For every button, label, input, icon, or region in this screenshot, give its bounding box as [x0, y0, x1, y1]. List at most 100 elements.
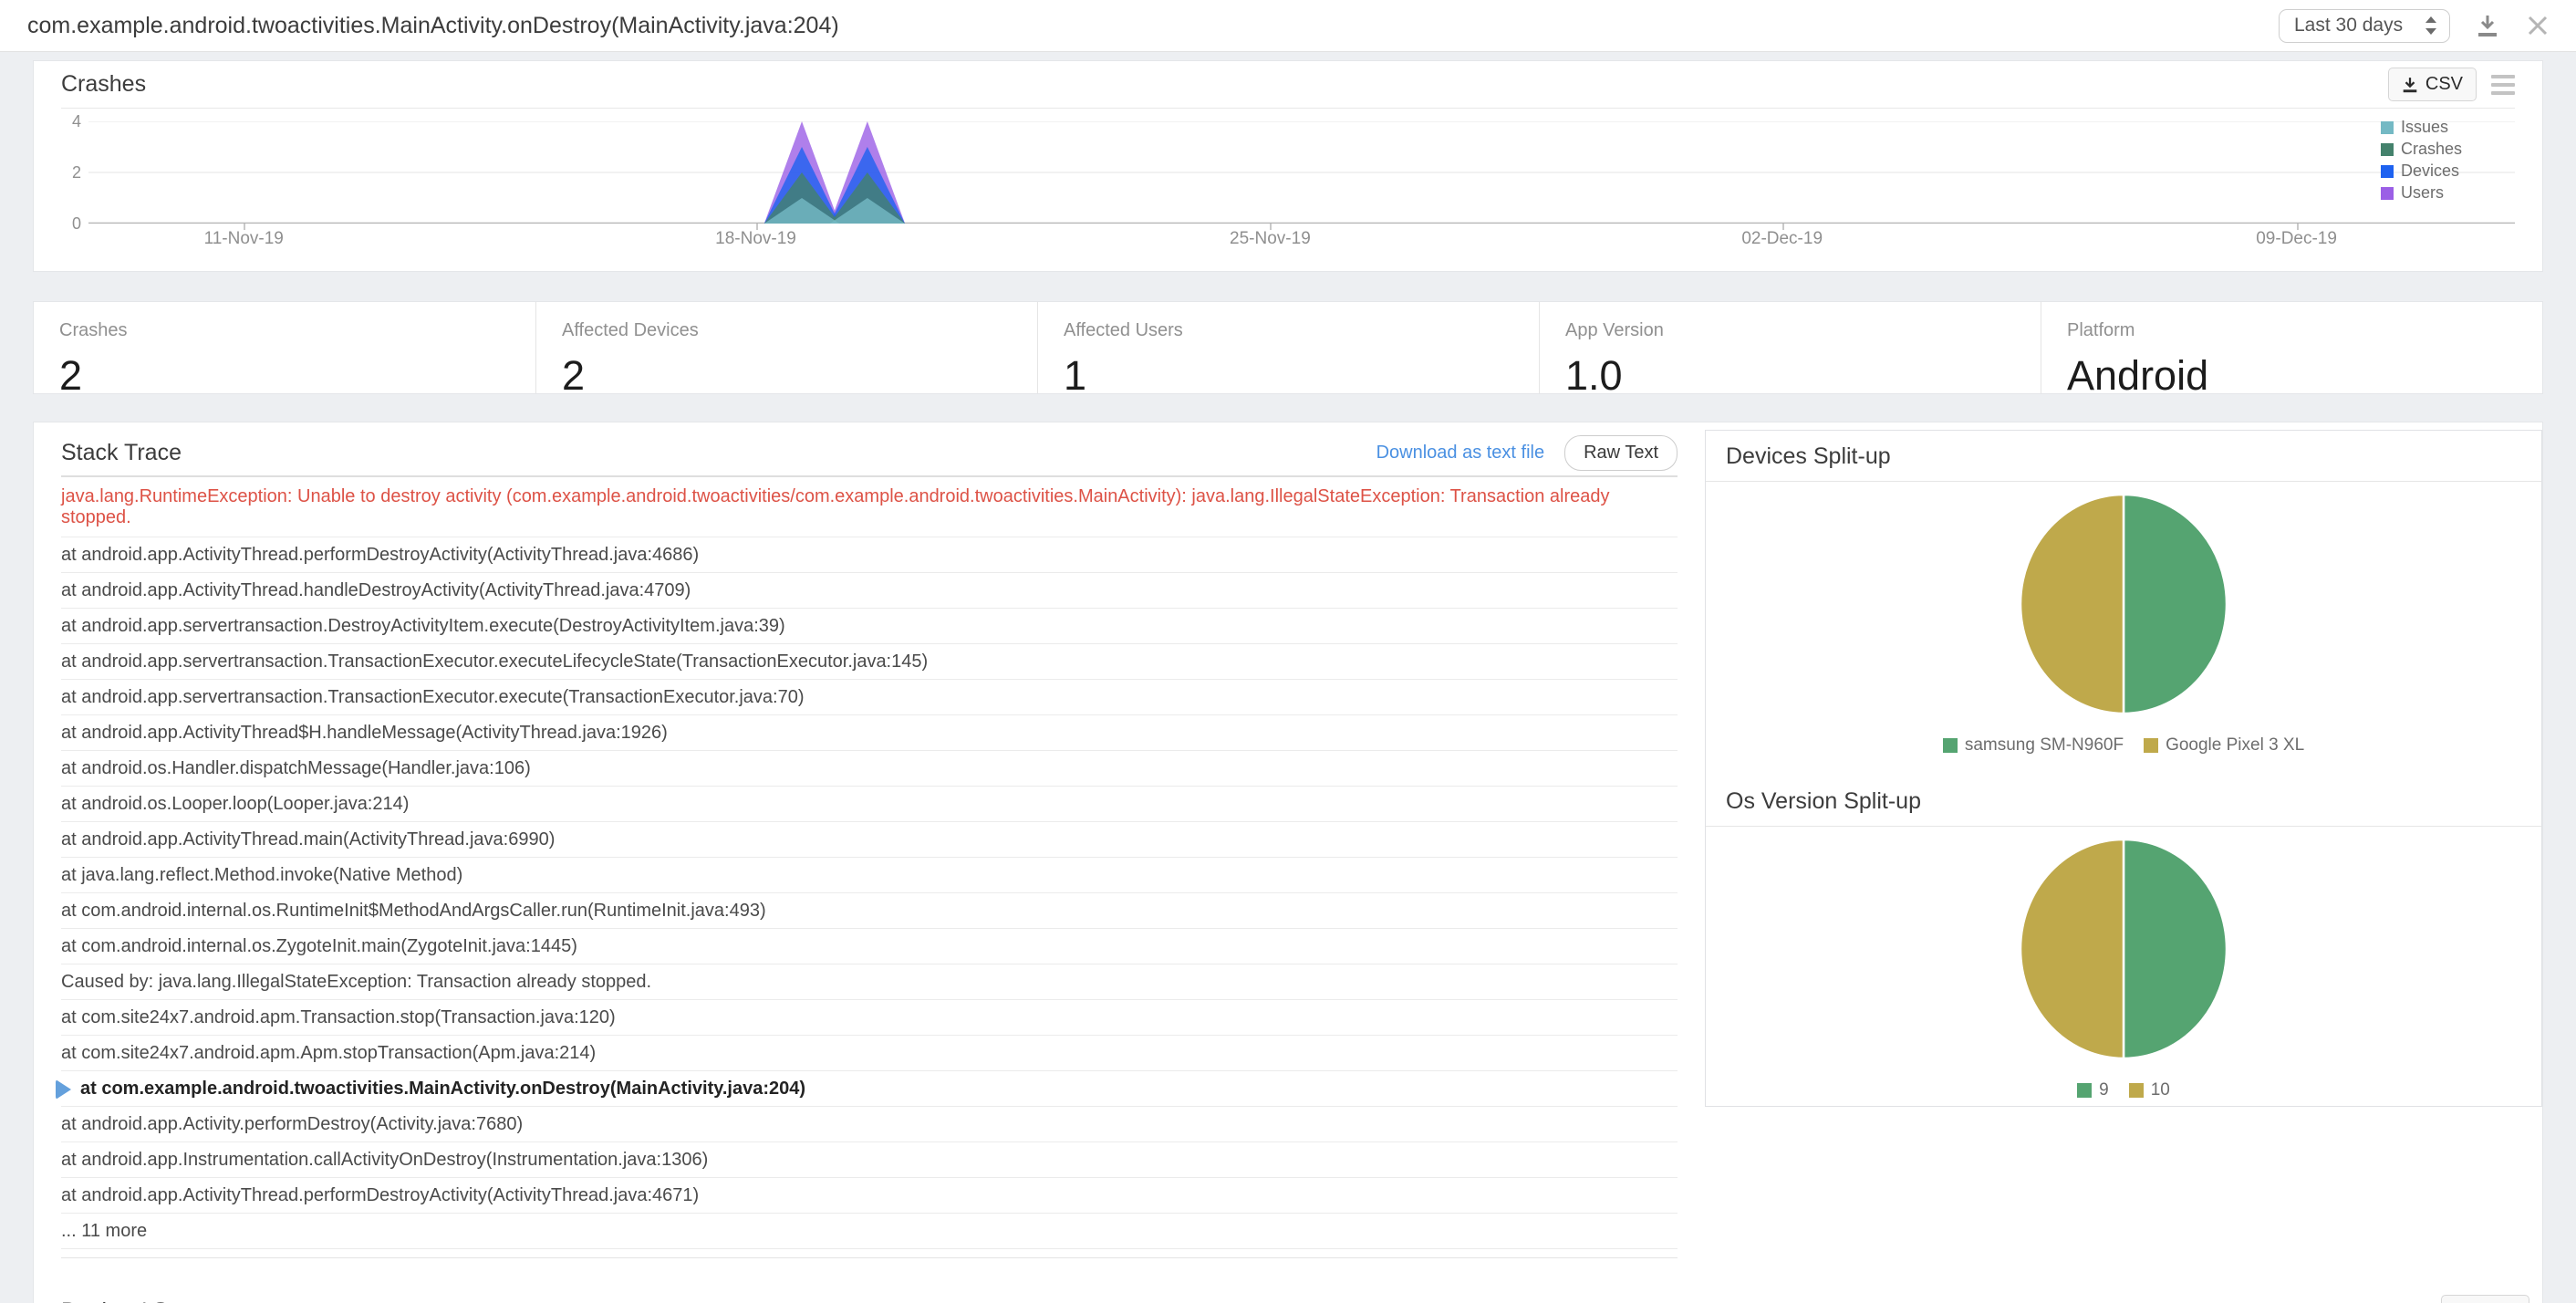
crashes-chart: 024 11-Nov-1918-Nov-1925-Nov-1902-Dec-19…	[61, 121, 2515, 258]
date-range-select[interactable]: Last 30 days	[2279, 9, 2450, 43]
stack-frame-text: at com.site24x7.android.apm.Apm.stopTran…	[61, 1043, 596, 1064]
stack-frame[interactable]: Caused by: java.lang.IllegalStateExcepti…	[61, 964, 1678, 1000]
stack-frame[interactable]: at com.site24x7.android.apm.Transaction.…	[61, 1000, 1678, 1036]
stack-frame[interactable]: at com.android.internal.os.ZygoteInit.ma…	[61, 929, 1678, 964]
x-axis-tick: 11-Nov-19	[204, 229, 284, 249]
chart-plot-area	[88, 121, 2515, 224]
devices-splitup-pie	[1706, 482, 2541, 717]
devices-summary-title: Devices' Summary	[61, 1298, 251, 1303]
pie-slice	[2124, 839, 2227, 1058]
stat-label: App Version	[1565, 320, 2041, 341]
stack-frame[interactable]: at android.app.Instrumentation.callActiv…	[61, 1142, 1678, 1178]
stack-trace-section: Stack Trace Download as text file Raw Te…	[34, 430, 1705, 1258]
stack-frame[interactable]: at android.os.Looper.loop(Looper.java:21…	[61, 787, 1678, 822]
devices-splitup-legend: samsung SM-N960F Google Pixel 3 XL	[1706, 735, 2541, 756]
stat-affected-users: Affected Users 1	[1037, 302, 1539, 393]
stack-frame[interactable]: at android.app.ActivityThread.main(Activ…	[61, 822, 1678, 858]
y-axis-tick: 0	[61, 214, 81, 234]
legend-item-devices[interactable]: Devices	[2381, 162, 2462, 181]
stack-frame[interactable]: at android.app.servertransaction.Transac…	[61, 680, 1678, 715]
stack-trace-title: Stack Trace	[61, 440, 182, 466]
stat-crashes: Crashes 2	[34, 302, 535, 393]
stat-affected-devices: Affected Devices 2	[535, 302, 1037, 393]
legend-item-issues[interactable]: Issues	[2381, 118, 2462, 137]
raw-text-button[interactable]: Raw Text	[1564, 435, 1678, 471]
legend-item-label: Users	[2401, 183, 2444, 203]
legend-swatch-icon	[1943, 738, 1958, 753]
stack-frame[interactable]: at android.app.ActivityThread.performDes…	[61, 537, 1678, 573]
stat-value: 1	[1064, 352, 1539, 400]
stats-row: Crashes 2 Affected Devices 2 Affected Us…	[33, 301, 2543, 394]
stat-app-version: App Version 1.0	[1539, 302, 2041, 393]
stack-frame[interactable]: at com.site24x7.android.apm.Apm.stopTran…	[61, 1036, 1678, 1071]
stack-frame-text: at com.android.internal.os.ZygoteInit.ma…	[61, 936, 577, 957]
pie-slice	[2124, 495, 2227, 714]
legend-item-label: Crashes	[2401, 140, 2462, 159]
legend-swatch-icon	[2381, 143, 2394, 156]
pie-legend-item[interactable]: Google Pixel 3 XL	[2144, 735, 2304, 756]
top-header: com.example.android.twoactivities.MainAc…	[0, 0, 2576, 52]
os-splitup-pie	[1706, 827, 2541, 1062]
splitup-panel: Devices Split-up samsung SM-N960FGoogle …	[1705, 430, 2542, 1107]
crashes-csv-button[interactable]: CSV	[2388, 68, 2477, 101]
stack-frame-highlighted[interactable]: at com.example.android.twoactivities.Mai…	[61, 1071, 1678, 1107]
stack-frame[interactable]: at android.app.servertransaction.Destroy…	[61, 609, 1678, 644]
download-icon[interactable]	[2474, 12, 2501, 39]
pie-legend-item[interactable]: samsung SM-N960F	[1943, 735, 2124, 756]
stack-frame[interactable]: at android.app.ActivityThread.handleDest…	[61, 573, 1678, 609]
pie-legend-item[interactable]: 10	[2129, 1080, 2170, 1100]
stack-frame-text: at android.os.Handler.dispatchMessage(Ha…	[61, 758, 531, 779]
stack-frame-text: at com.site24x7.android.apm.Transaction.…	[61, 1007, 616, 1028]
stack-frame-text: at android.app.Instrumentation.callActiv…	[61, 1150, 708, 1171]
stack-frame-text: at android.app.ActivityThread.handleDest…	[61, 580, 691, 601]
summary-csv-button[interactable]: CSV	[2441, 1295, 2529, 1303]
download-as-text-link[interactable]: Download as text file	[1376, 443, 1545, 464]
pie-slice	[2020, 839, 2124, 1058]
stack-frame-text: at android.app.Activity.performDestroy(A…	[61, 1114, 523, 1135]
divider	[61, 1257, 1678, 1258]
csv-download-icon	[2402, 77, 2418, 93]
chart-menu-icon[interactable]	[2491, 75, 2515, 95]
stack-frame-text: at com.example.android.twoactivities.Mai…	[80, 1079, 805, 1100]
stack-frame-text: at android.app.ActivityThread.performDes…	[61, 1185, 699, 1206]
stack-frame[interactable]: at android.os.Handler.dispatchMessage(Ha…	[61, 751, 1678, 787]
x-axis-tick: 25-Nov-19	[1230, 229, 1311, 249]
y-axis-tick: 2	[61, 163, 81, 182]
date-range-value: Last 30 days	[2294, 15, 2403, 36]
stack-frame-text: Caused by: java.lang.IllegalStateExcepti…	[61, 972, 651, 993]
pie-legend-item[interactable]: 9	[2077, 1080, 2109, 1100]
close-icon[interactable]	[2525, 13, 2550, 38]
legend-item-label: Devices	[2401, 162, 2459, 181]
stat-label: Crashes	[59, 320, 535, 341]
crashes-panel: Crashes CSV 024 11-Nov-1918-Nov-1925-Nov…	[33, 60, 2543, 272]
stack-frame[interactable]: at com.android.internal.os.RuntimeInit$M…	[61, 893, 1678, 929]
stack-frame-text: at android.app.servertransaction.Destroy…	[61, 616, 785, 637]
devices-summary-section: Devices' Summary CSV DeviceApp VersionOS…	[34, 1289, 2542, 1303]
x-axis-tick: 02-Dec-19	[1741, 229, 1823, 249]
stack-frame-text: ... 11 more	[61, 1221, 147, 1242]
stat-label: Affected Devices	[562, 320, 1037, 341]
legend-swatch-icon	[2077, 1083, 2092, 1098]
stack-frame-text: at java.lang.reflect.Method.invoke(Nativ…	[61, 865, 462, 886]
stack-frame[interactable]: at android.app.ActivityThread$H.handleMe…	[61, 715, 1678, 751]
select-caret-icon	[2424, 14, 2438, 37]
x-axis-tick: 09-Dec-19	[2256, 229, 2337, 249]
stack-trace-error-line: java.lang.RuntimeException: Unable to de…	[61, 477, 1678, 537]
stack-frame-text: at android.app.servertransaction.Transac…	[61, 652, 928, 672]
legend-item-users[interactable]: Users	[2381, 183, 2462, 203]
crashes-panel-title: Crashes	[61, 71, 146, 98]
stat-value: 2	[562, 352, 1037, 400]
stat-platform: Platform Android	[2041, 302, 2542, 393]
legend-item-crashes[interactable]: Crashes	[2381, 140, 2462, 159]
chart-legend: Issues Crashes Devices Users	[2381, 118, 2462, 203]
pie-legend-label: 10	[2151, 1080, 2170, 1100]
stack-frame[interactable]: at java.lang.reflect.Method.invoke(Nativ…	[61, 858, 1678, 893]
x-axis-tick: 18-Nov-19	[715, 229, 796, 249]
stat-label: Affected Users	[1064, 320, 1539, 341]
stack-frame[interactable]: at android.app.servertransaction.Transac…	[61, 644, 1678, 680]
stack-frame[interactable]: at android.app.ActivityThread.performDes…	[61, 1178, 1678, 1214]
stack-frame[interactable]: at android.app.Activity.performDestroy(A…	[61, 1107, 1678, 1142]
stat-value: 2	[59, 352, 535, 400]
stack-frame[interactable]: ... 11 more	[61, 1214, 1678, 1249]
stack-frame-text: at android.app.servertransaction.Transac…	[61, 687, 805, 708]
